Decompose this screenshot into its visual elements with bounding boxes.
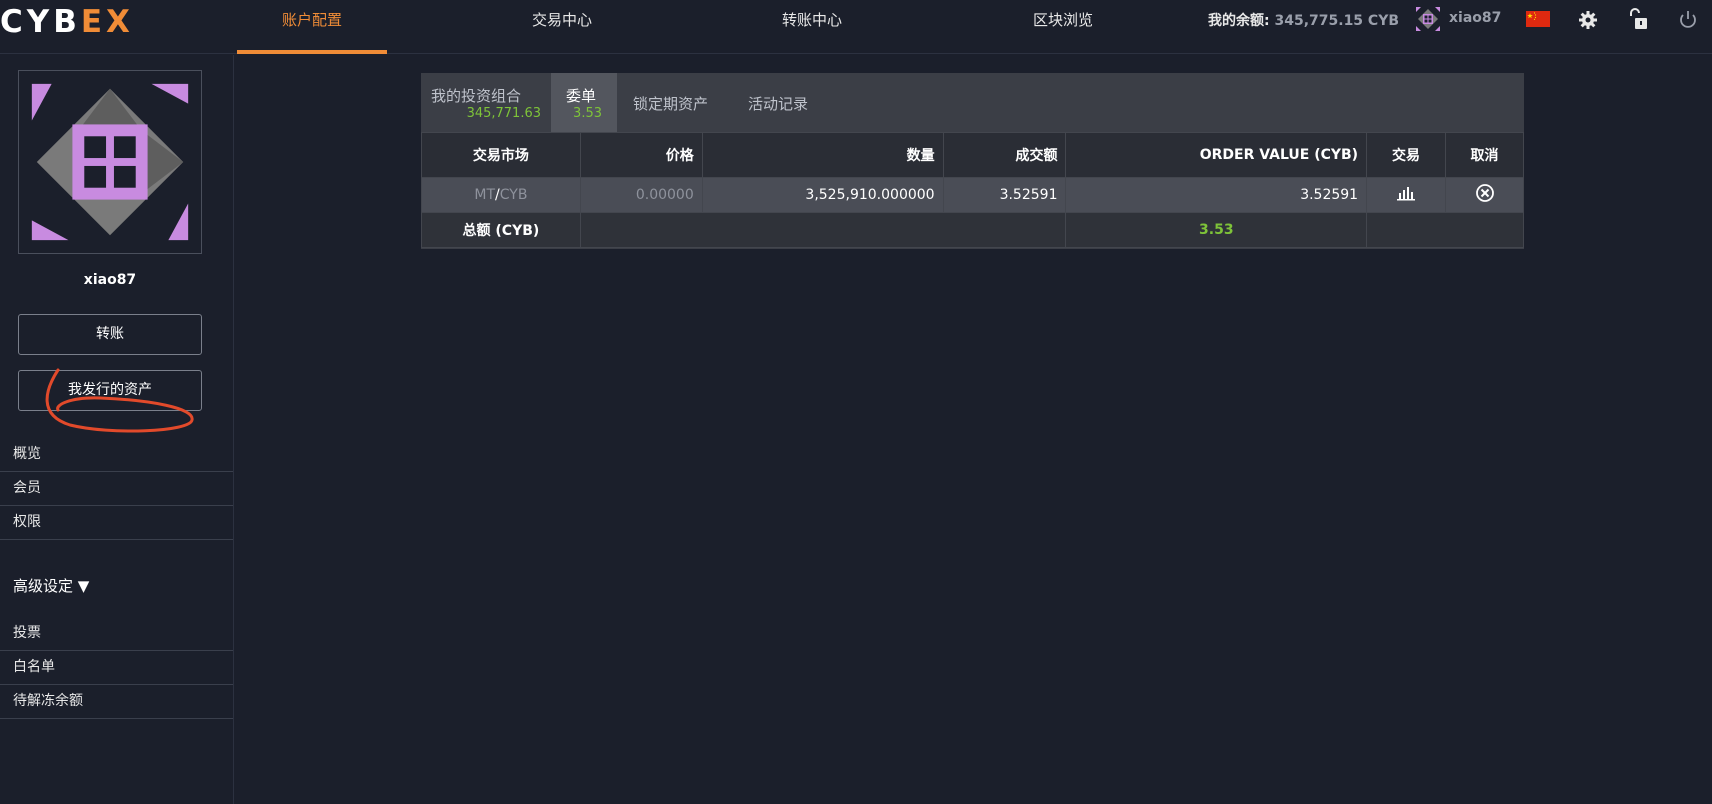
user-avatar-icon[interactable]	[1415, 6, 1441, 32]
nav-tab-account[interactable]: 账户配置	[237, 0, 387, 54]
sidebar-item-whitelist[interactable]: 白名单	[0, 651, 233, 685]
sidebar: xiao87 转账 我发行的资产 概览 会员 权限 高级设定 ▼ 投票 白名单 …	[0, 55, 234, 804]
cancel-cell	[1445, 177, 1524, 213]
market-base: MT	[474, 187, 496, 203]
identicon-avatar	[18, 70, 202, 254]
transfer-button[interactable]: 转账	[18, 314, 202, 355]
column-header-market[interactable]: 交易市场	[421, 132, 581, 178]
column-header-order-value[interactable]: ORDER VALUE (CYB)	[1065, 132, 1368, 178]
sidebar-username: xiao87	[83, 272, 137, 288]
filled-cell: 3.52591	[942, 177, 1067, 213]
balance-display: 我的余额: 345,775.15 CYB	[1208, 10, 1399, 30]
advanced-settings-toggle[interactable]: 高级设定 ▼	[13, 575, 89, 596]
logo-text-main: CYB	[0, 4, 81, 40]
cancel-circle-x-icon[interactable]	[1475, 183, 1495, 203]
balance-value: 345,775.15 CYB	[1274, 13, 1400, 29]
column-header-filled[interactable]: 成交额	[942, 132, 1067, 178]
panel-tabs: 我的投资组合 345,771.63 委单 3.53 锁定期资产 活动记录	[421, 73, 1524, 132]
column-header-cancel: 取消	[1445, 132, 1524, 178]
tab-portfolio-label: 我的投资组合	[431, 87, 522, 105]
column-header-trade: 交易	[1366, 132, 1447, 178]
unlock-icon[interactable]	[1626, 8, 1650, 32]
tab-locked-assets-label: 锁定期资产	[633, 95, 709, 113]
trade-cell	[1366, 177, 1447, 213]
total-label: 总额 (CYB)	[421, 212, 581, 248]
tab-orders-value: 3.53	[573, 106, 602, 121]
sidebar-item-membership[interactable]: 会员	[0, 472, 233, 506]
cybex-logo[interactable]: CYBEX	[0, 4, 134, 40]
sidebar-item-permissions[interactable]: 权限	[0, 506, 233, 540]
tab-portfolio-value: 345,771.63	[466, 106, 541, 121]
orders-table: 交易市场 价格 数量 成交额 ORDER VALUE (CYB) 交易 取消 M…	[421, 132, 1524, 248]
gear-icon[interactable]	[1576, 8, 1600, 32]
order-value-cell: 3.52591	[1065, 177, 1368, 213]
amount-cell: 3,525,910.000000	[701, 177, 944, 213]
tab-orders[interactable]: 委单 3.53	[551, 73, 617, 132]
total-spacer	[579, 212, 1067, 248]
tab-portfolio[interactable]: 我的投资组合 345,771.63	[431, 73, 541, 132]
column-header-amount[interactable]: 数量	[701, 132, 944, 178]
sidebar-item-vesting-balances[interactable]: 待解冻余额	[0, 685, 233, 719]
tab-orders-label: 委单	[566, 87, 597, 105]
china-flag-icon[interactable]	[1526, 11, 1550, 27]
tab-activity-label: 活动记录	[748, 95, 809, 113]
logo-text-accent: EX	[80, 4, 134, 40]
nav-tab-explorer[interactable]: 区块浏览	[988, 0, 1138, 54]
nav-tab-transfer[interactable]: 转账中心	[737, 0, 887, 54]
table-header-row: 交易市场 价格 数量 成交额 ORDER VALUE (CYB) 交易 取消	[421, 132, 1524, 178]
tab-locked-assets[interactable]: 锁定期资产	[633, 73, 733, 132]
price-cell: 0.00000	[579, 177, 703, 213]
total-spacer-end	[1366, 212, 1524, 248]
header-username[interactable]: xiao87	[1449, 10, 1501, 26]
total-value: 3.53	[1065, 212, 1368, 248]
table-row: MT/CYB 0.00000 3,525,910.000000 3.52591 …	[421, 177, 1524, 213]
column-header-price[interactable]: 价格	[579, 132, 703, 178]
sidebar-item-overview[interactable]: 概览	[0, 438, 233, 472]
orders-panel: 我的投资组合 345,771.63 委单 3.53 锁定期资产 活动记录 交易市…	[421, 73, 1524, 249]
balance-label: 我的余额:	[1208, 13, 1270, 29]
my-issued-assets-button[interactable]: 我发行的资产	[18, 370, 202, 411]
chart-bars-icon[interactable]	[1396, 185, 1416, 201]
tab-activity[interactable]: 活动记录	[748, 73, 838, 132]
top-bar: CYBEX 账户配置 交易中心 转账中心 区块浏览 我的余额: 345,775.…	[0, 0, 1712, 54]
nav-tab-exchange[interactable]: 交易中心	[487, 0, 637, 54]
sidebar-item-voting[interactable]: 投票	[0, 617, 233, 651]
market-quote: CYB	[499, 187, 528, 203]
market-cell[interactable]: MT/CYB	[421, 177, 581, 213]
power-icon[interactable]	[1676, 8, 1700, 32]
total-row: 总额 (CYB) 3.53	[421, 212, 1524, 248]
